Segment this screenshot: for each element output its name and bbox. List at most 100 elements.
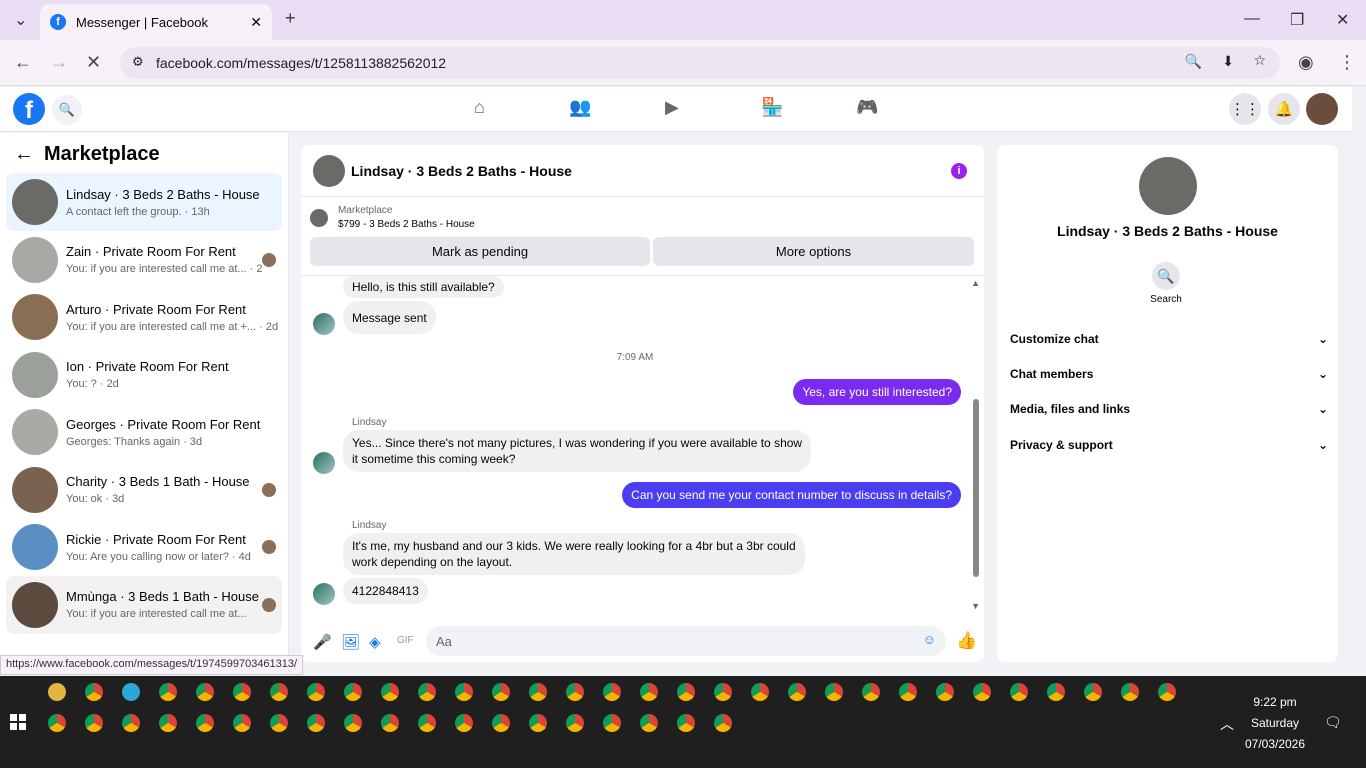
notifications-icon[interactable]: 🔔	[1268, 93, 1300, 125]
close-window-icon[interactable]: ✕	[1336, 10, 1349, 30]
emoji-icon[interactable]: ☺	[923, 632, 936, 647]
chrome-window-icon[interactable]	[381, 714, 399, 732]
chrome-window-icon[interactable]	[233, 683, 251, 701]
chrome-window-icon[interactable]	[455, 683, 473, 701]
chrome-window-icon[interactable]	[418, 683, 436, 701]
file-explorer-icon[interactable]	[48, 683, 66, 701]
forward-icon[interactable]: →	[50, 52, 68, 73]
conversation-item[interactable]: Charity · 3 Beds 1 Bath - House You: ok ·…	[6, 461, 282, 519]
conversation-item[interactable]: Zain · Private Room For Rent You: if you …	[6, 231, 282, 289]
scrollbar-thumb[interactable]	[973, 399, 979, 577]
chrome-menu-icon[interactable]: ⋮	[1338, 52, 1356, 73]
chrome-window-icon[interactable]	[862, 683, 880, 701]
chrome-window-icon[interactable]	[196, 714, 214, 732]
chrome-window-icon[interactable]	[640, 714, 658, 732]
tray-chevron-up-icon[interactable]: ︿	[1220, 714, 1234, 734]
chrome-window-icon[interactable]	[788, 683, 806, 701]
section-privacy-support[interactable]: Privacy & support ⌄	[1010, 438, 1328, 452]
mark-pending-button[interactable]: Mark as pending	[310, 237, 650, 266]
photo-icon[interactable]: 🖼	[341, 633, 360, 651]
profile-icon[interactable]: ◉	[1298, 52, 1314, 73]
tab-search-icon[interactable]: ⌄	[14, 10, 27, 30]
account-avatar[interactable]	[1306, 93, 1338, 125]
section-customize-chat[interactable]: Customize chat ⌄	[1010, 332, 1328, 346]
system-clock[interactable]: 9:22 pm Saturday 07/03/2026	[1240, 692, 1310, 755]
marketplace-icon[interactable]: 🏪	[761, 97, 783, 118]
chrome-window-icon[interactable]	[640, 683, 658, 701]
chrome-window-icon[interactable]	[381, 683, 399, 701]
facebook-search-icon[interactable]: 🔍	[52, 95, 82, 125]
menu-grid-icon[interactable]: ⋮⋮	[1229, 93, 1261, 125]
info-icon[interactable]: i	[951, 162, 967, 179]
microphone-icon[interactable]: 🎤	[313, 633, 332, 651]
chrome-window-icon[interactable]	[344, 683, 362, 701]
search-in-chat-icon[interactable]: 🔍	[1152, 262, 1180, 290]
chrome-window-icon[interactable]	[677, 683, 695, 701]
chrome-window-icon[interactable]	[677, 714, 695, 732]
more-options-button[interactable]: More options	[653, 237, 974, 266]
chrome-window-icon[interactable]	[973, 683, 991, 701]
address-bar[interactable]: ⚙ facebook.com/messages/t/12581138825620…	[120, 47, 1280, 79]
chrome-window-icon[interactable]	[344, 714, 362, 732]
marketplace-listing[interactable]: Marketplace $799 - 3 Beds 2 Baths - Hous…	[310, 205, 475, 230]
friends-icon[interactable]: 👥	[569, 97, 591, 118]
close-tab-icon[interactable]: ✕	[250, 14, 262, 31]
browser-tab[interactable]: f Messenger | Facebook ✕	[40, 4, 272, 40]
windows-start-icon[interactable]	[10, 714, 26, 730]
chat-avatar[interactable]	[313, 154, 345, 187]
sticker-icon[interactable]: ◈	[369, 633, 381, 651]
chrome-window-icon[interactable]	[529, 683, 547, 701]
chrome-window-icon[interactable]	[714, 714, 732, 732]
message-input[interactable]: Aa ☺	[426, 626, 946, 656]
chrome-window-icon[interactable]	[270, 683, 288, 701]
gaming-icon[interactable]: 🎮	[856, 97, 878, 118]
back-arrow-icon[interactable]: ←	[14, 143, 34, 166]
chrome-window-icon[interactable]	[122, 683, 140, 701]
back-icon[interactable]: ←	[14, 52, 32, 73]
chrome-window-icon[interactable]	[603, 683, 621, 701]
chrome-window-icon[interactable]	[307, 683, 325, 701]
chrome-window-icon[interactable]	[455, 714, 473, 732]
video-icon[interactable]: ▶	[665, 97, 679, 118]
minimize-icon[interactable]: —	[1244, 10, 1260, 28]
chrome-window-icon[interactable]	[1158, 683, 1176, 701]
install-icon[interactable]: ⬇	[1222, 53, 1234, 70]
chrome-window-icon[interactable]	[418, 714, 436, 732]
chrome-window-icon[interactable]	[85, 714, 103, 732]
chrome-window-icon[interactable]	[936, 683, 954, 701]
restore-icon[interactable]: ❐	[1290, 10, 1304, 30]
chrome-window-icon[interactable]	[566, 714, 584, 732]
home-icon[interactable]: ⌂	[474, 97, 485, 118]
chrome-window-icon[interactable]	[159, 683, 177, 701]
gif-icon[interactable]: GIF	[397, 635, 414, 646]
bookmark-star-icon[interactable]: ☆	[1253, 52, 1266, 69]
chrome-window-icon[interactable]	[529, 714, 547, 732]
chrome-window-icon[interactable]	[603, 714, 621, 732]
chrome-window-icon[interactable]	[751, 683, 769, 701]
like-icon[interactable]: 👍	[956, 631, 977, 651]
chrome-window-icon[interactable]	[159, 714, 177, 732]
chrome-window-icon[interactable]	[48, 714, 66, 732]
chrome-window-icon[interactable]	[270, 714, 288, 732]
section-media-files[interactable]: Media, files and links ⌄	[1010, 402, 1328, 416]
chrome-window-icon[interactable]	[899, 683, 917, 701]
scroll-down-icon[interactable]: ▼	[971, 601, 980, 611]
chrome-window-icon[interactable]	[233, 714, 251, 732]
chrome-window-icon[interactable]	[196, 683, 214, 701]
details-avatar[interactable]	[1139, 157, 1197, 215]
chrome-window-icon[interactable]	[85, 683, 103, 701]
chrome-window-icon[interactable]	[307, 714, 325, 732]
chrome-window-icon[interactable]	[1084, 683, 1102, 701]
notification-center-icon[interactable]: 🗨	[1324, 714, 1342, 731]
chrome-window-icon[interactable]	[1047, 683, 1065, 701]
chrome-window-icon[interactable]	[492, 683, 510, 701]
chrome-window-icon[interactable]	[825, 683, 843, 701]
chrome-window-icon[interactable]	[492, 714, 510, 732]
site-info-icon[interactable]: ⚙	[132, 54, 144, 70]
zoom-icon[interactable]: 🔍	[1185, 53, 1202, 70]
chat-title[interactable]: Lindsay · 3 Beds 2 Baths - House	[351, 163, 951, 179]
scroll-up-icon[interactable]: ▲	[971, 278, 980, 288]
chrome-window-icon[interactable]	[1010, 683, 1028, 701]
chrome-window-icon[interactable]	[1121, 683, 1139, 701]
conversation-item[interactable]: Ion · Private Room For Rent You: ? · 2d	[6, 346, 282, 404]
